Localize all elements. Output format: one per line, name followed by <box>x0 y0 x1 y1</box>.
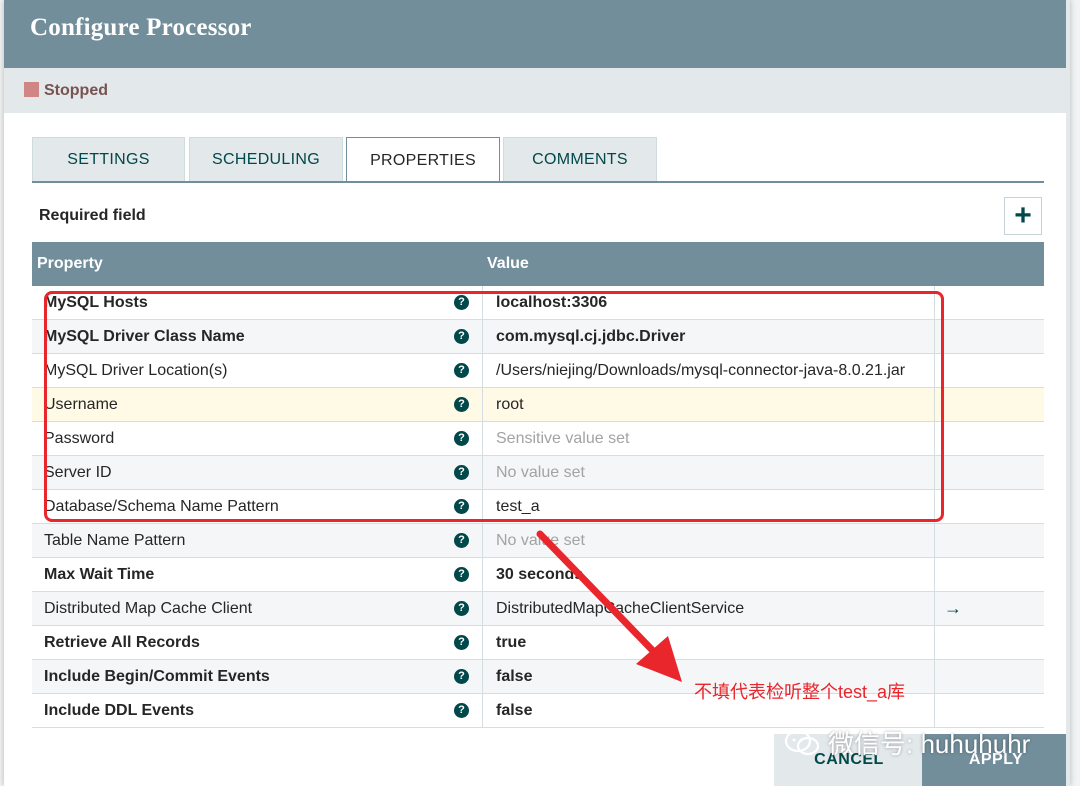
watermark-text: 微信号: huhuhuhr <box>828 729 1031 759</box>
wechat-icon <box>784 729 820 755</box>
dialog-scrollbar[interactable] <box>1066 0 1070 786</box>
configure-processor-dialog: Configure Processor Stopped SETTINGS SCH… <box>4 0 1070 786</box>
watermark: 微信号: huhuhuhr <box>784 724 1030 761</box>
annotation-arrow-icon <box>536 530 682 682</box>
annotation-text: 不填代表检听整个test_a库 <box>694 682 906 702</box>
